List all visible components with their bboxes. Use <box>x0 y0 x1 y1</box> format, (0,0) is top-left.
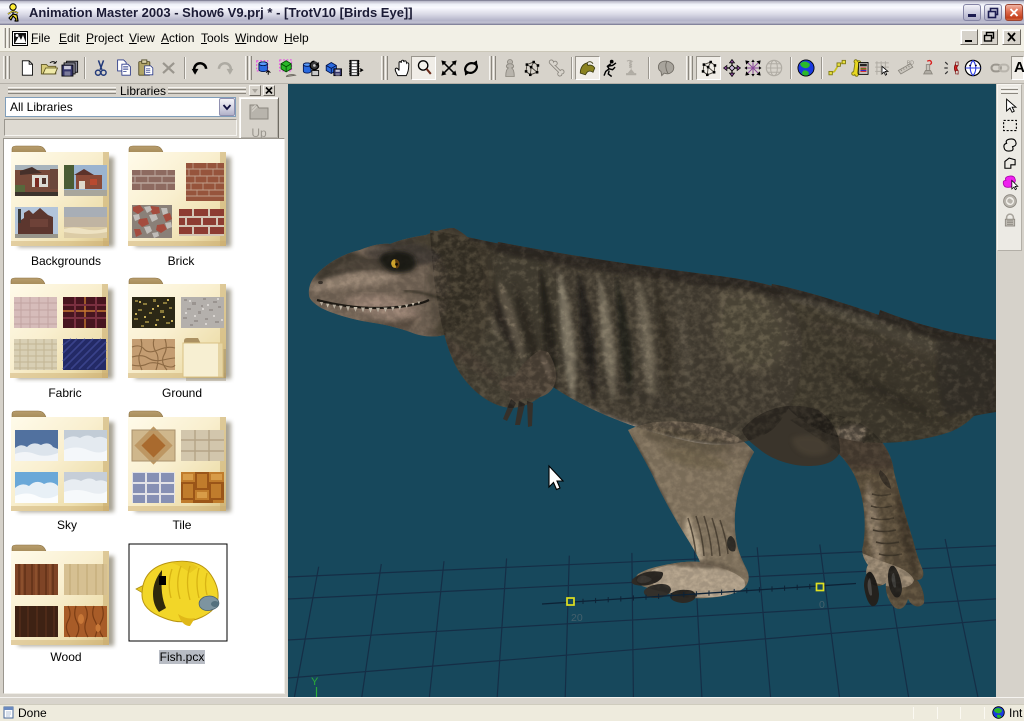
svg-text:Y: Y <box>311 676 319 688</box>
svg-text:BD: BD <box>907 61 914 67</box>
svg-text:20: 20 <box>571 612 583 624</box>
svg-text:0: 0 <box>819 599 825 611</box>
